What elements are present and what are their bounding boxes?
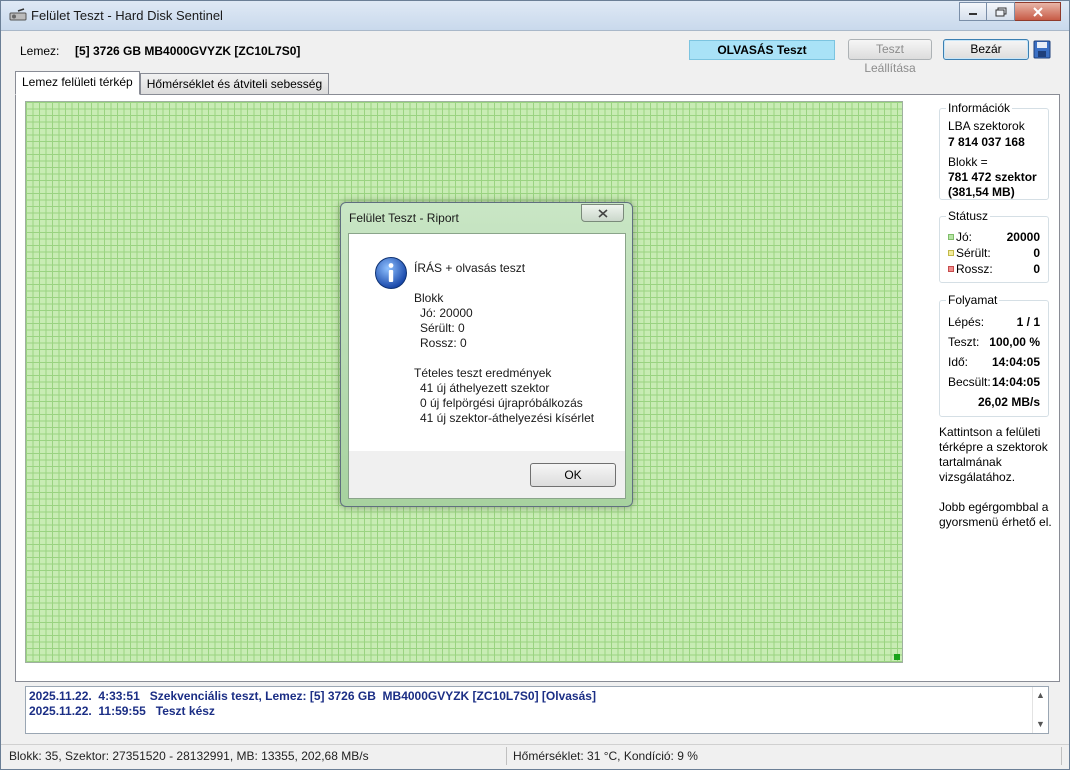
log-line: 2025.11.22. 4:33:51 Szekvenciális teszt,…	[29, 689, 596, 703]
maximize-button[interactable]	[987, 2, 1015, 21]
scroll-down-icon[interactable]: ▼	[1036, 719, 1045, 729]
window-controls	[959, 2, 1061, 21]
info-group-title: Információk	[946, 101, 1013, 115]
dialog-block-title: Blokk	[414, 291, 444, 305]
time-value: 14:04:05	[991, 355, 1040, 369]
ok-button[interactable]: OK	[530, 463, 616, 487]
disk-value: [5] 3726 GB MB4000GVYZK [ZC10L7S0]	[75, 44, 301, 58]
progress-group-title: Folyamat	[946, 293, 1000, 307]
estimated-value: 14:04:05	[991, 375, 1040, 389]
close-icon	[597, 208, 608, 218]
lba-value: 7 814 037 168	[948, 135, 1025, 149]
window-title: Felület Teszt - Hard Disk Sentinel	[31, 8, 223, 23]
log-scrollbar[interactable]: ▲ ▼	[1032, 687, 1048, 733]
info-group: Információk LBA szektorok 7 814 037 168 …	[939, 101, 1049, 200]
dialog-result-3: 41 új szektor-áthelyezési kísérlet	[420, 411, 595, 425]
temperature-status: Hőmérséklet: 31 °C, Kondíció: 9 %	[513, 749, 698, 763]
dialog-footer: OK	[348, 451, 626, 499]
damaged-legend-swatch	[948, 250, 954, 256]
title-bar: Felület Teszt - Hard Disk Sentinel	[1, 1, 1069, 31]
status-separator	[1061, 747, 1062, 765]
estimated-label: Becsült:	[948, 375, 991, 389]
close-button[interactable]: Bezár	[943, 39, 1029, 60]
close-icon	[1032, 6, 1043, 17]
log-line: 2025.11.22. 11:59:55 Teszt kész	[29, 704, 215, 718]
restore-icon	[995, 7, 1006, 16]
tab-temperature-speed[interactable]: Hőmérséklet és átviteli sebesség	[139, 73, 330, 95]
test-value: 100,00 %	[989, 335, 1040, 349]
dialog-bad: Rossz: 0	[420, 336, 467, 350]
dialog-title: Felület Teszt - Riport	[349, 211, 459, 225]
good-count: 20000	[1006, 230, 1040, 244]
minimize-button[interactable]	[959, 2, 987, 21]
scroll-up-icon[interactable]: ▲	[1036, 690, 1045, 700]
disk-label: Lemez:	[20, 44, 60, 58]
dialog-result-2: 0 új felpörgési újrapróbálkozás	[420, 396, 583, 410]
dialog-body: ÍRÁS + olvasás teszt Blokk Jó: 20000 Sér…	[348, 233, 626, 451]
close-window-button[interactable]	[1015, 2, 1061, 21]
minimize-icon	[969, 12, 977, 15]
dialog-heading: ÍRÁS + olvasás teszt	[414, 261, 526, 275]
dialog-results-title: Tételes teszt eredmények	[414, 366, 552, 380]
block-label: Blokk =	[948, 155, 988, 169]
lba-label: LBA szektorok	[948, 119, 1025, 133]
hdd-app-icon	[9, 8, 27, 21]
current-block-marker	[894, 654, 900, 660]
good-legend-swatch	[948, 234, 954, 240]
status-group: Státusz Jó: 20000 Sérült: 0 Rossz: 0	[939, 209, 1049, 283]
bad-legend-swatch	[948, 266, 954, 272]
tab-surface-map[interactable]: Lemez felületi térkép	[15, 71, 140, 95]
dialog-good: Jó: 20000	[420, 306, 473, 320]
click-hint: Kattintson a felületi térképre a szektor…	[939, 425, 1048, 484]
status-group-title: Státusz	[946, 209, 991, 223]
toolbar: Lemez: [5] 3726 GB MB4000GVYZK [ZC10L7S0…	[1, 32, 1069, 75]
step-value: 1 / 1	[1016, 315, 1040, 329]
block-info-status: Blokk: 35, Szektor: 27351520 - 28132991,…	[9, 749, 369, 763]
time-label: Idő:	[948, 355, 969, 369]
tab-bar: Lemez felületi térkép Hőmérséklet és átv…	[15, 71, 330, 95]
bad-count: 0	[1033, 262, 1040, 276]
report-dialog: Felület Teszt - Riport ÍRÁS + olvasás te…	[340, 202, 633, 507]
block-value: 781 472 szektor	[948, 170, 1037, 184]
bad-label: Rossz:	[956, 262, 993, 276]
speed-value: 26,02 MB/s	[977, 395, 1040, 409]
save-icon[interactable]	[1033, 40, 1051, 59]
progress-group: Folyamat Lépés: 1 / 1 Teszt: 100,00 % Idő:…	[939, 293, 1049, 417]
status-separator	[506, 747, 507, 765]
dialog-result-1: 41 új áthelyezett szektor	[420, 381, 550, 395]
dialog-close-button[interactable]	[581, 204, 624, 222]
test-status-indicator: OLVASÁS Teszt	[689, 40, 835, 60]
test-label: Teszt:	[948, 335, 980, 349]
info-icon	[375, 257, 407, 289]
context-menu-hint: Jobb egérgombbal a gyorsmenü érhető el.	[939, 500, 1052, 529]
damaged-count: 0	[1033, 246, 1040, 260]
block-size: (381,54 MB)	[948, 185, 1015, 199]
status-bar: Blokk: 35, Szektor: 27351520 - 28132991,…	[1, 744, 1069, 768]
main-window: Felület Teszt - Hard Disk Sentinel Lemez…	[0, 0, 1070, 770]
dialog-damaged: Sérült: 0	[420, 321, 465, 335]
event-log[interactable]: 2025.11.22. 4:33:51 Szekvenciális teszt,…	[25, 686, 1049, 734]
stop-test-button[interactable]: Teszt Leállítása	[848, 39, 932, 75]
damaged-label: Sérült:	[956, 246, 991, 260]
good-label: Jó:	[956, 230, 973, 244]
step-label: Lépés:	[948, 315, 985, 329]
